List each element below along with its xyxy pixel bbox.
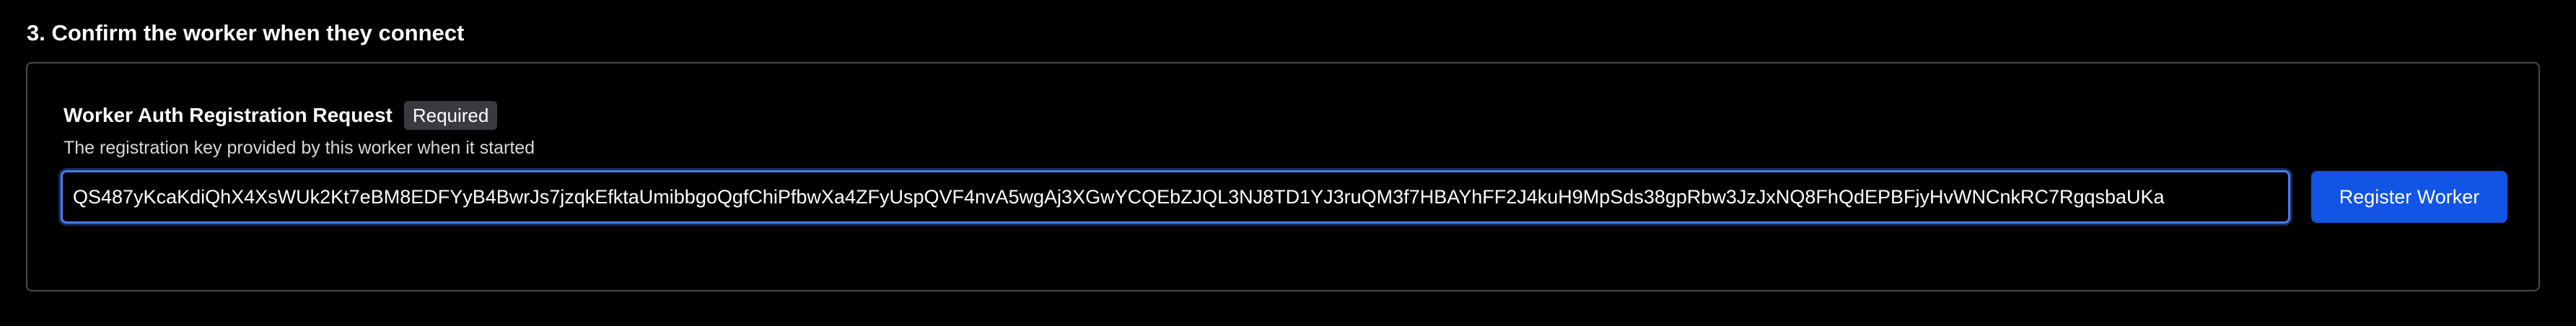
required-badge: Required xyxy=(403,101,498,130)
registration-key-input[interactable] xyxy=(61,170,2290,224)
field-help-text: The registration key provided by this wo… xyxy=(63,138,535,158)
field-label: Worker Auth Registration Request xyxy=(63,104,393,126)
field-header: Worker Auth Registration Request Require… xyxy=(63,101,498,130)
register-worker-button[interactable]: Register Worker xyxy=(2311,171,2507,223)
registration-card: Worker Auth Registration Request Require… xyxy=(26,62,2540,291)
section-title: 3. Confirm the worker when they connect xyxy=(27,20,465,45)
